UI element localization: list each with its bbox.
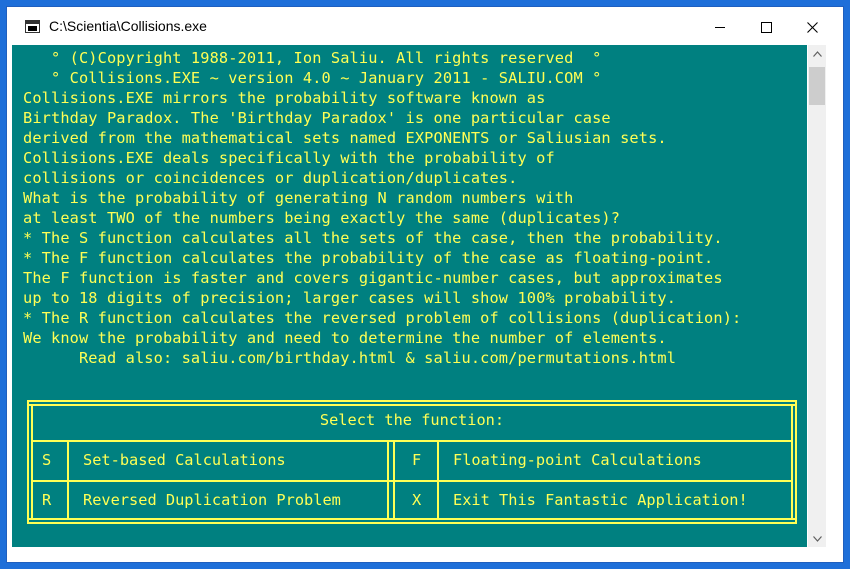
scroll-up-button[interactable] <box>808 45 826 62</box>
console-line: ° (C)Copyright 1988-2011, Ion Saliu. All… <box>23 49 602 67</box>
console-line: Read also: saliu.com/birthday.html & sal… <box>23 349 677 367</box>
title-bar[interactable]: C:\Scientia\Collisions.exe <box>7 7 843 48</box>
console-app-icon[interactable] <box>25 20 40 33</box>
close-button[interactable] <box>789 7 835 48</box>
console-line: up to 18 digits of precision; larger cas… <box>23 289 677 307</box>
window-title: C:\Scientia\Collisions.exe <box>49 18 207 34</box>
console-line: at least TWO of the numbers being exactl… <box>23 209 621 227</box>
console-line: Collisions.EXE deals specifically with t… <box>23 149 555 167</box>
console-line: * The F function calculates the probabil… <box>23 249 714 267</box>
console-line: Birthday Paradox. The 'Birthday Paradox'… <box>23 109 611 127</box>
console-line: * The R function calculates the reversed… <box>23 309 742 327</box>
console-area[interactable]: ° (C)Copyright 1988-2011, Ion Saliu. All… <box>12 45 807 547</box>
menu-option-key: X <box>412 491 422 509</box>
chevron-down-icon <box>812 535 822 542</box>
minimize-button[interactable] <box>697 7 743 48</box>
maximize-icon <box>760 22 772 33</box>
console-line: ° Collisions.EXE ~ version 4.0 ~ January… <box>23 69 602 87</box>
console-line: We know the probability and need to dete… <box>23 329 667 347</box>
menu-option-label: Reversed Duplication Problem <box>83 491 341 509</box>
menu-option-key: R <box>42 491 52 509</box>
menu-option-label: Floating-point Calculations <box>453 451 702 469</box>
scroll-down-button[interactable] <box>808 530 826 547</box>
menu-option-label: Exit This Fantastic Application! <box>453 491 748 509</box>
menu-title: Select the function: <box>319 411 505 429</box>
console-line: The F function is faster and covers giga… <box>23 269 723 287</box>
scrollbar-thumb[interactable] <box>809 67 825 105</box>
chevron-up-icon <box>812 50 822 57</box>
menu-option-label: Set-based Calculations <box>83 451 286 469</box>
function-menu-box: Select the function: S Set-based Calcula… <box>27 400 797 524</box>
console-line: Collisions.EXE mirrors the probability s… <box>23 89 546 107</box>
console-line: What is the probability of generating N … <box>23 189 574 207</box>
vertical-scrollbar[interactable] <box>808 45 826 547</box>
maximize-button[interactable] <box>743 7 789 48</box>
console-line: derived from the mathematical sets named… <box>23 129 667 147</box>
close-icon <box>806 22 818 33</box>
menu-option-key: F <box>412 451 422 469</box>
console-line: collisions or coincidences or duplicatio… <box>23 169 518 187</box>
menu-option-key: S <box>42 451 52 469</box>
console-line: * The S function calculates all the sets… <box>23 229 723 247</box>
minimize-icon <box>715 27 725 28</box>
